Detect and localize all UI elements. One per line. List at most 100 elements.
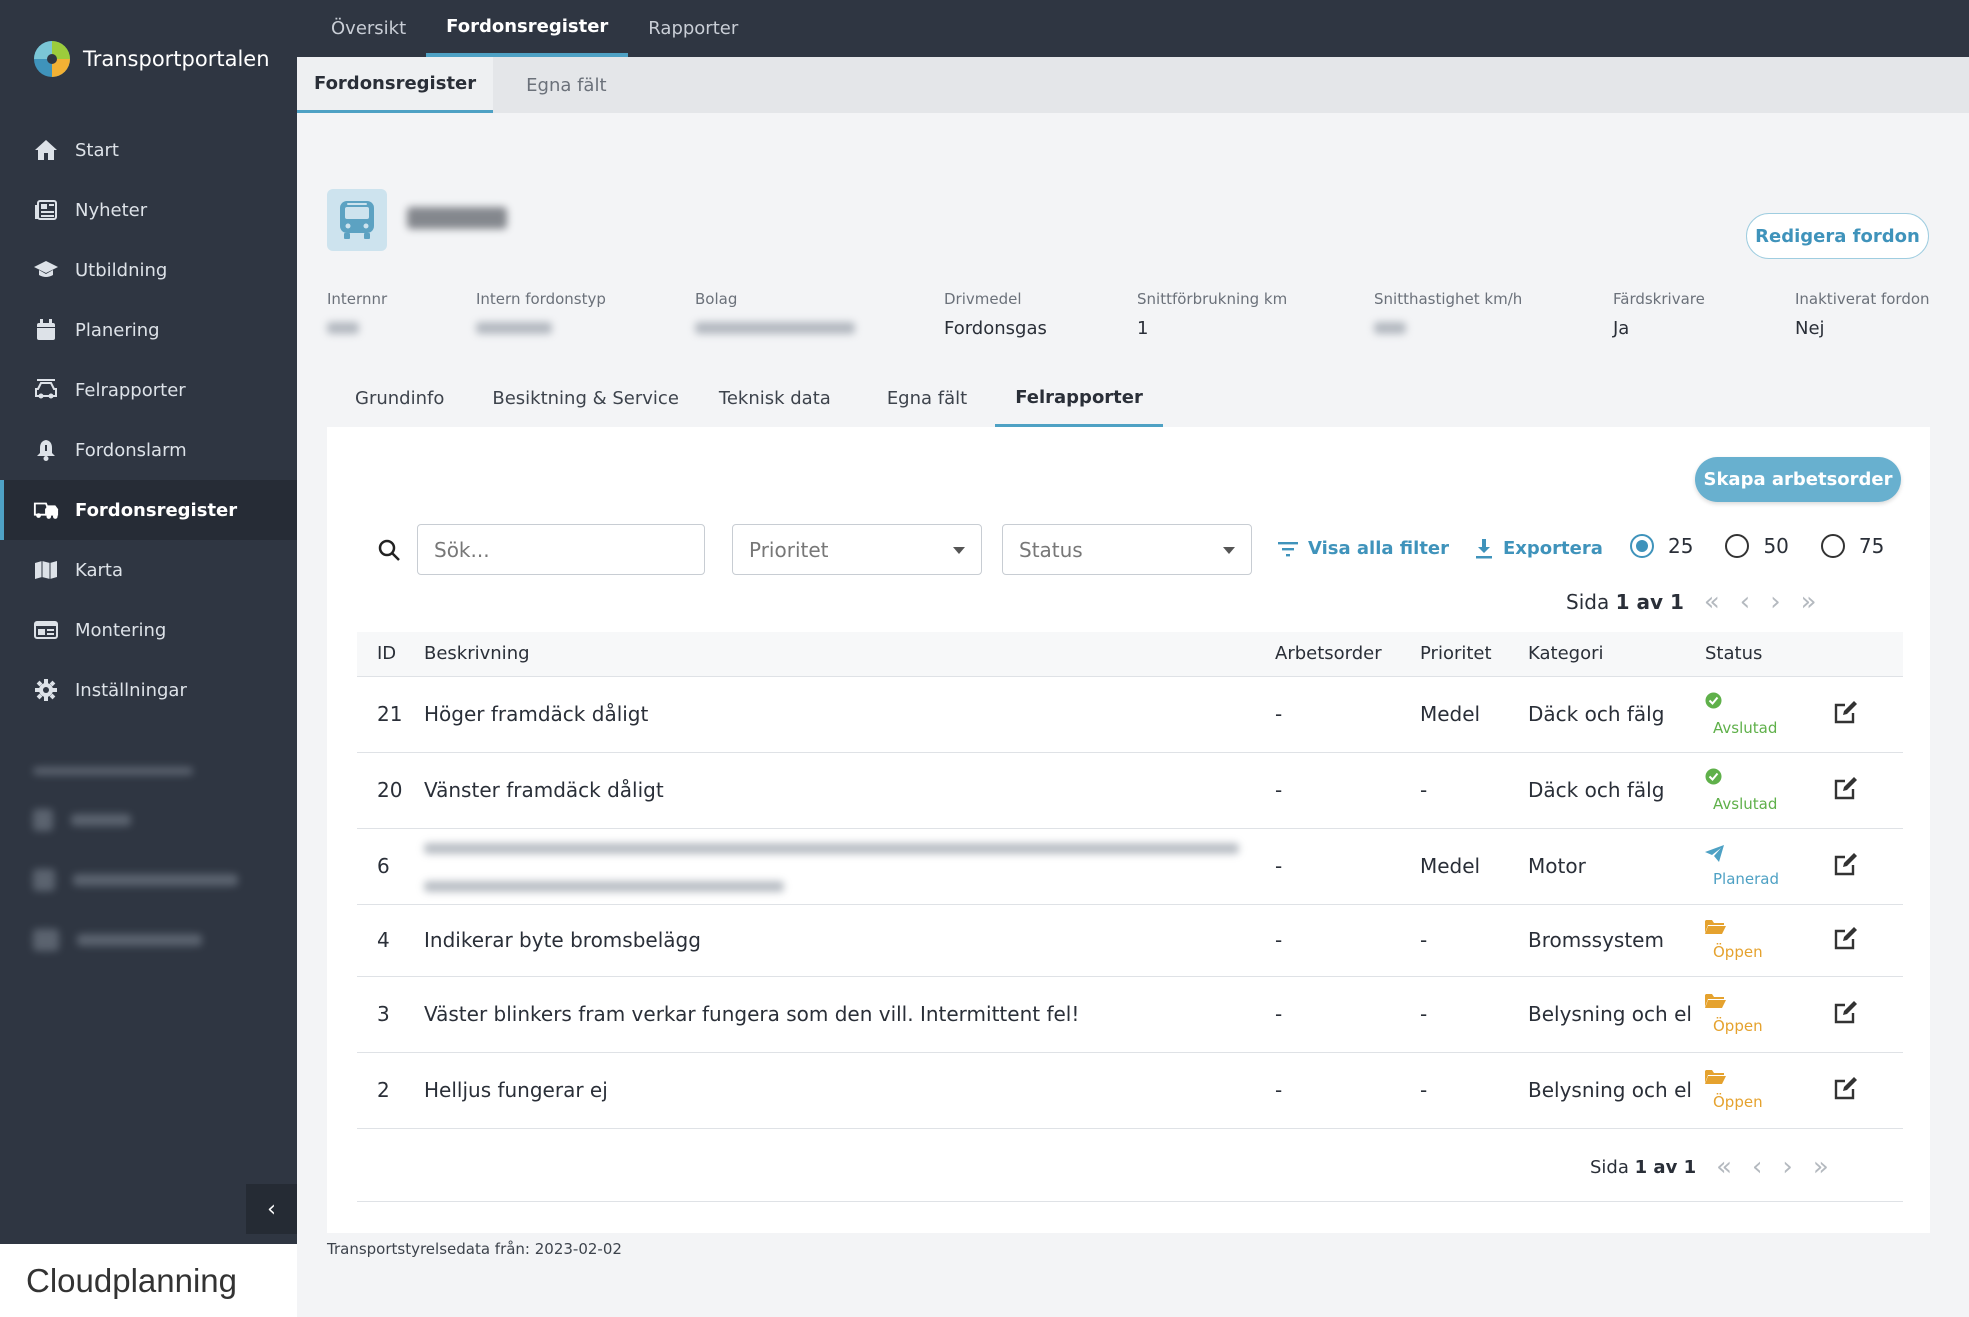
first-page-icon[interactable]: «	[1716, 1152, 1732, 1182]
cell-id: 2	[357, 1052, 424, 1129]
brand-name: Transportportalen	[83, 47, 270, 71]
cell-work-order: -	[1275, 676, 1420, 753]
collapse-sidebar-button[interactable]: ‹	[246, 1184, 297, 1234]
field-label: Färdskrivare	[1613, 290, 1705, 308]
sidebar-item-montering[interactable]: Montering	[0, 600, 297, 660]
tab-grundinfo[interactable]: Grundinfo	[327, 370, 472, 427]
prev-page-icon[interactable]: ‹	[1740, 587, 1750, 617]
sidebar-item-label: Montering	[75, 619, 167, 641]
pager-value: 1 av 1	[1615, 590, 1684, 614]
last-page-icon[interactable]: »	[1801, 587, 1817, 617]
priority-select[interactable]: Prioritet	[732, 524, 982, 575]
cell-category: Däck och fälg	[1528, 752, 1705, 829]
sidebar-item-planering[interactable]: Planering	[0, 300, 297, 360]
tab-egna-falt[interactable]: Egna fält	[859, 370, 995, 427]
table-row[interactable]: 2 Helljus fungerar ej - - Belysning och …	[357, 1052, 1903, 1129]
edit-icon[interactable]	[1833, 851, 1859, 877]
pager-top: Sida 1 av 1 « ‹ › »	[1566, 587, 1817, 617]
transportstyrelse-data-note: Transportstyrelsedata från: 2023-02-02	[327, 1240, 622, 1258]
sidebar-item-start[interactable]: Start	[0, 120, 297, 180]
show-all-filters-button[interactable]: Visa alla filter	[1278, 538, 1449, 559]
sidebar-item-felrapporter[interactable]: Felrapporter	[0, 360, 297, 420]
cell-status: Öppen	[1705, 904, 1833, 977]
sidebar-item-nyheter[interactable]: Nyheter	[0, 180, 297, 240]
column-header-kategori[interactable]: Kategori	[1528, 632, 1705, 677]
blurred-admin-item[interactable]	[33, 929, 264, 951]
tab-teknisk-data[interactable]: Teknisk data	[699, 370, 859, 427]
chevron-left-icon: ‹	[267, 1196, 276, 1222]
edit-icon[interactable]	[1833, 699, 1859, 725]
first-page-icon[interactable]: «	[1704, 587, 1720, 617]
fault-reports-panel: Skapa arbetsorder Sök... Prioritet Statu…	[327, 427, 1930, 1233]
pager-bottom: Sida 1 av 1 « ‹ › »	[1590, 1152, 1829, 1182]
create-work-order-button[interactable]: Skapa arbetsorder	[1695, 457, 1901, 502]
column-header-arbetsorder[interactable]: Arbetsorder	[1275, 632, 1420, 677]
tab-felrapporter[interactable]: Felrapporter	[995, 370, 1163, 427]
status-select[interactable]: Status	[1002, 524, 1252, 575]
subtab-fordonsregister[interactable]: Fordonsregister	[297, 57, 494, 113]
calendar-icon	[33, 317, 59, 343]
blurred-admin-section	[0, 760, 297, 951]
edit-icon[interactable]	[1833, 775, 1859, 801]
page-size-radio-25[interactable]	[1630, 534, 1654, 558]
edit-icon[interactable]	[1833, 1075, 1859, 1101]
last-page-icon[interactable]: »	[1813, 1152, 1829, 1182]
table-row[interactable]: 20 Vänster framdäck dåligt - - Däck och …	[357, 752, 1903, 829]
table-row[interactable]: 4 Indikerar byte bromsbelägg - - Bromssy…	[357, 904, 1903, 977]
edit-icon[interactable]	[1833, 999, 1859, 1025]
column-header-prioritet[interactable]: Prioritet	[1420, 632, 1528, 677]
cell-category: Bromssystem	[1528, 904, 1705, 977]
caret-down-icon	[953, 547, 965, 554]
paper-plane-icon	[1705, 844, 1833, 866]
vehicle-header	[327, 189, 507, 251]
edit-vehicle-button[interactable]: Redigera fordon	[1746, 213, 1929, 259]
blurred-section-heading	[33, 760, 264, 779]
subtab-egna-falt[interactable]: Egna fält	[509, 57, 623, 113]
sidebar-item-fordonslarm[interactable]: Fordonslarm	[0, 420, 297, 480]
sidebar-item-fordonsregister[interactable]: Fordonsregister	[0, 480, 297, 540]
table-row[interactable]: 21 Höger framdäck dåligt - Medel Däck oc…	[357, 676, 1903, 753]
sidebar-item-installningar[interactable]: Inställningar	[0, 660, 297, 720]
cell-category: Motor	[1528, 828, 1705, 905]
column-header-status[interactable]: Status	[1705, 632, 1833, 677]
column-header-id[interactable]: ID	[357, 632, 424, 677]
blurred-admin-item[interactable]	[33, 809, 264, 831]
page-size-radio-50[interactable]	[1725, 534, 1750, 558]
export-button[interactable]: Exportera	[1475, 538, 1603, 559]
status-label: Öppen	[1713, 1093, 1763, 1111]
sidebar-nav: Start Nyheter Utbildning Planering Felra…	[0, 120, 297, 951]
tab-oversikt[interactable]: Översikt	[311, 0, 426, 57]
field-value-blurred	[327, 318, 387, 340]
page-size-radio-75[interactable]	[1820, 534, 1845, 558]
cell-id: 3	[357, 976, 424, 1053]
cell-actions	[1833, 828, 1903, 905]
caret-down-icon	[1223, 547, 1235, 554]
column-header-actions	[1833, 632, 1903, 677]
cell-actions	[1833, 976, 1903, 1053]
cell-status: Öppen	[1705, 976, 1833, 1053]
prev-page-icon[interactable]: ‹	[1752, 1152, 1762, 1182]
search-input[interactable]: Sök...	[417, 524, 705, 575]
sidebar-item-karta[interactable]: Karta	[0, 540, 297, 600]
brand[interactable]: Transportportalen	[33, 40, 270, 78]
page-indicator: Sida 1 av 1	[1590, 1157, 1696, 1178]
tab-besiktning-service[interactable]: Besiktning & Service	[472, 370, 699, 427]
table-row[interactable]: 3 Väster blinkers fram verkar fungera so…	[357, 976, 1903, 1053]
field-snitthastighet: Snitthastighet km/h	[1374, 290, 1522, 340]
tab-fordonsregister[interactable]: Fordonsregister	[426, 0, 629, 57]
next-page-icon[interactable]: ›	[1770, 587, 1780, 617]
cell-description: Helljus fungerar ej	[424, 1052, 1275, 1129]
tab-rapporter[interactable]: Rapporter	[628, 0, 758, 57]
edit-icon[interactable]	[1833, 925, 1859, 951]
column-header-beskrivning[interactable]: Beskrivning	[424, 632, 1275, 677]
check-circle-icon	[1705, 692, 1833, 713]
next-page-icon[interactable]: ›	[1782, 1152, 1792, 1182]
table-row[interactable]: 6 - Medel Motor Planerad	[357, 828, 1903, 905]
sidebar-item-utbildning[interactable]: Utbildning	[0, 240, 297, 300]
page-size-options: 25 50 75	[1630, 534, 1884, 558]
vehicle-registration-blurred	[407, 207, 507, 233]
cell-actions	[1833, 752, 1903, 829]
field-label: Inaktiverat fordon	[1795, 290, 1930, 308]
blurred-admin-item[interactable]	[33, 869, 264, 891]
cell-description: Väster blinkers fram verkar fungera som …	[424, 976, 1275, 1053]
